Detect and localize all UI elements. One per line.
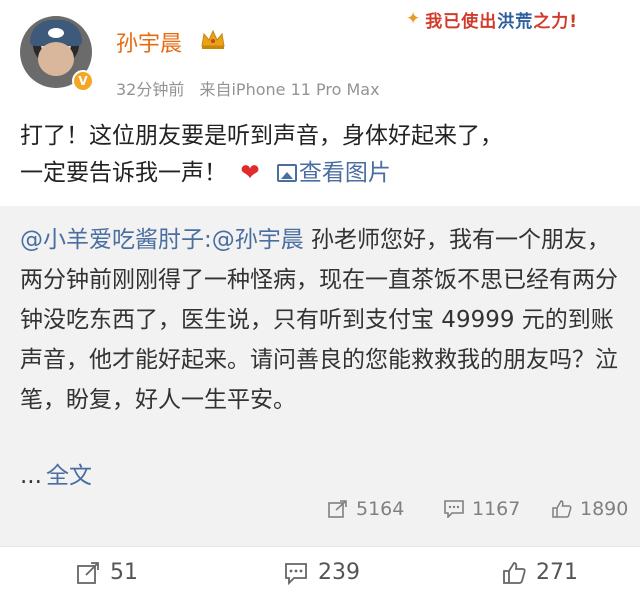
post-time: 32分钟前 bbox=[116, 80, 185, 99]
post-line-2-wrap: 一定要告诉我一声！ ❤ 查看图片 bbox=[20, 155, 630, 192]
repost-icon bbox=[328, 500, 347, 518]
sparkle-icon: ✦ bbox=[406, 9, 422, 29]
repost-mention[interactable]: @孙宇晨 bbox=[212, 227, 304, 253]
repost-separator: : bbox=[204, 227, 212, 253]
repost-button[interactable]: 51 bbox=[76, 560, 138, 585]
comment-count: 239 bbox=[318, 560, 360, 585]
comment-count-button[interactable]: 1167 bbox=[444, 498, 520, 520]
repost-count: 51 bbox=[110, 560, 138, 585]
post-line-2: 一定要告诉我一声！ bbox=[20, 160, 227, 186]
comment-icon bbox=[444, 500, 464, 518]
post-text: 打了！这位朋友要是听到声音，身体好起来了， 一定要告诉我一声！ ❤ 查看图片 bbox=[20, 118, 630, 192]
sticker-banner: ✦ 我已使出 洪荒 之力! bbox=[406, 6, 632, 32]
sticker-prefix: 我已使出 bbox=[425, 11, 498, 32]
sticker-suffix: 之力! bbox=[533, 11, 579, 32]
face bbox=[38, 42, 74, 76]
user-name[interactable]: 孙宇晨 bbox=[116, 26, 182, 58]
ellipsis: ... bbox=[20, 463, 42, 489]
picture-icon bbox=[276, 164, 297, 182]
like-count: 271 bbox=[536, 560, 578, 585]
repost-count: 5164 bbox=[356, 498, 405, 520]
reposted-text: @小羊爱吃酱肘子:@孙宇晨 孙老师您好，我有一个朋友，两分钟前刚刚得了一种怪病，… bbox=[20, 220, 630, 420]
repost-count-button[interactable]: 5164 bbox=[328, 498, 404, 520]
repost-author[interactable]: @小羊爱吃酱肘子 bbox=[20, 227, 204, 253]
comment-icon bbox=[285, 562, 307, 585]
like-count-button[interactable]: 1890 bbox=[552, 498, 628, 520]
post-line-1: 打了！这位朋友要是听到声音，身体好起来了， bbox=[20, 123, 503, 149]
post-source: 来自iPhone 11 Pro Max bbox=[199, 80, 380, 99]
sticker-highlight: 洪荒 bbox=[497, 11, 534, 32]
crown-icon bbox=[201, 29, 225, 49]
comment-button[interactable]: 239 bbox=[284, 560, 360, 585]
like-icon bbox=[503, 561, 526, 584]
like-button[interactable]: 271 bbox=[502, 560, 578, 585]
verified-badge: V bbox=[72, 70, 94, 92]
view-pictures-label: 查看图片 bbox=[298, 160, 391, 186]
post-header: V 孙宇晨 32分钟前 来自iPhone 11 Pro Max ✦ 我已使出 洪… bbox=[0, 0, 640, 110]
post-actions: 51 239 271 bbox=[0, 556, 640, 596]
reposted-actions: 5164 1167 1890 bbox=[0, 498, 640, 528]
repost-icon bbox=[77, 561, 99, 584]
post-meta: 32分钟前 来自iPhone 11 Pro Max bbox=[116, 76, 380, 100]
like-count: 1890 bbox=[580, 498, 629, 520]
heart-icon: ❤ bbox=[240, 160, 260, 186]
repost-body: 孙老师您好，我有一个朋友，两分钟前刚刚得了一种怪病，现在一直茶饭不思已经有两分钟… bbox=[20, 227, 618, 413]
expand-text: ... 全文 bbox=[20, 456, 92, 490]
view-pictures-link[interactable]: 查看图片 bbox=[276, 160, 391, 186]
reposted-card[interactable]: @小羊爱吃酱肘子:@孙宇晨 孙老师您好，我有一个朋友，两分钟前刚刚得了一种怪病，… bbox=[0, 206, 640, 546]
full-text-link[interactable]: 全文 bbox=[46, 463, 92, 489]
divider bbox=[0, 546, 640, 547]
comment-count: 1167 bbox=[472, 498, 521, 520]
like-icon bbox=[552, 500, 572, 518]
